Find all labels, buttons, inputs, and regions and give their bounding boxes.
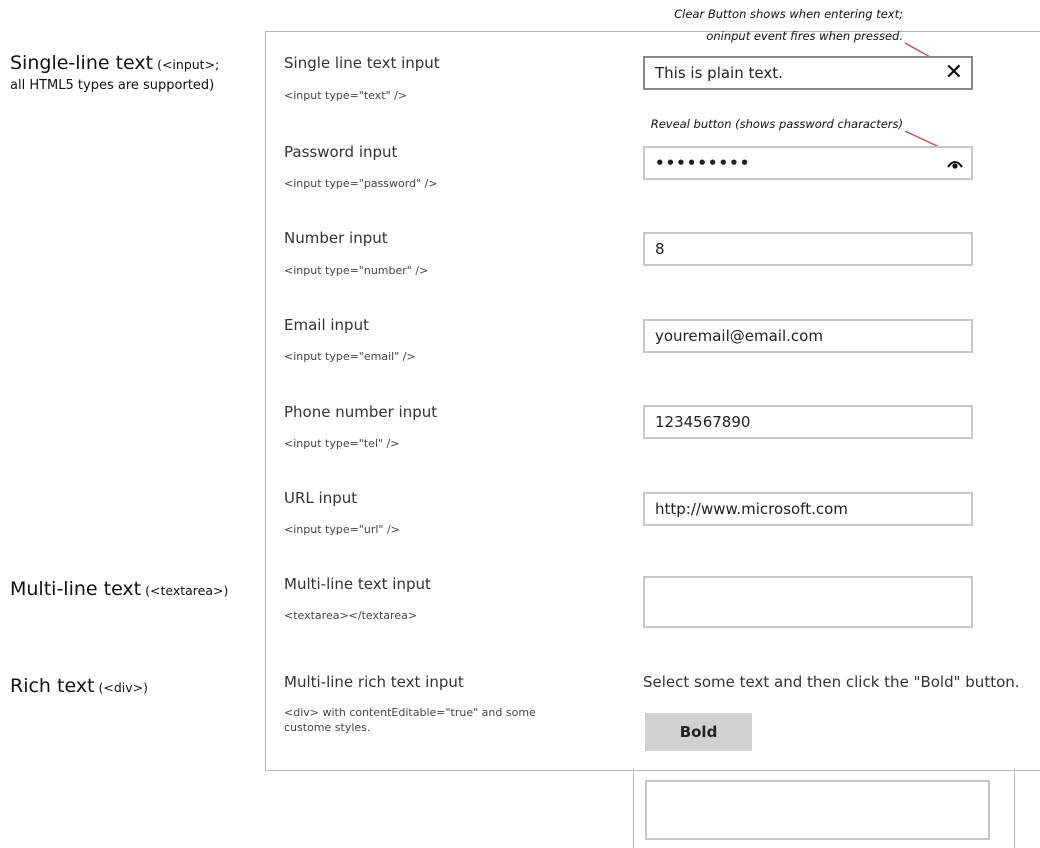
tel-input-field[interactable]: 1234567890 (643, 405, 973, 439)
textarea-code: <textarea></textarea> (284, 609, 418, 622)
number-input-value: 8 (655, 240, 665, 258)
clear-icon[interactable]: ✕ (945, 58, 963, 88)
number-input-title: Number input (284, 229, 388, 247)
password-input-code: <input type="password" /> (284, 177, 438, 190)
text-input-field[interactable]: This is plain text. ✕ (643, 56, 973, 90)
url-input-title: URL input (284, 489, 358, 507)
email-input-field[interactable]: youremail@email.com (643, 319, 973, 353)
password-input-field[interactable]: ••••••••• (643, 146, 973, 180)
bold-button[interactable]: Bold (645, 713, 752, 751)
url-input-code: <input type="url" /> (284, 523, 400, 536)
text-input-title: Single line text input (284, 54, 440, 72)
number-input-code: <input type="number" /> (284, 264, 429, 277)
email-input-value: youremail@email.com (655, 327, 823, 345)
password-input-title: Password input (284, 143, 398, 161)
email-input-code: <input type="email" /> (284, 350, 416, 363)
eye-icon[interactable] (947, 159, 963, 169)
number-input-field[interactable]: 8 (643, 232, 973, 266)
textarea-title: Multi-line text input (284, 575, 431, 593)
rich-text-code-line1: <div> with contentEditable="true" and so… (284, 706, 536, 719)
password-input-value: ••••••••• (655, 154, 751, 172)
text-input-code: <input type="text" /> (284, 89, 408, 102)
url-input-value: http://www.microsoft.com (655, 500, 848, 518)
textarea-field[interactable] (643, 576, 973, 628)
tel-input-value: 1234567890 (655, 413, 751, 431)
text-input-value: This is plain text. (655, 64, 783, 82)
url-input-field[interactable]: http://www.microsoft.com (643, 492, 973, 526)
rich-text-instruction: Select some text and then click the "Bol… (643, 673, 1020, 691)
rich-text-code-line2: custome styles. (284, 721, 371, 734)
rich-text-title: Multi-line rich text input (284, 673, 464, 691)
tel-input-title: Phone number input (284, 403, 438, 421)
rich-text-editor[interactable] (645, 780, 990, 840)
email-input-title: Email input (284, 316, 369, 334)
tel-input-code: <input type="tel" /> (284, 437, 400, 450)
